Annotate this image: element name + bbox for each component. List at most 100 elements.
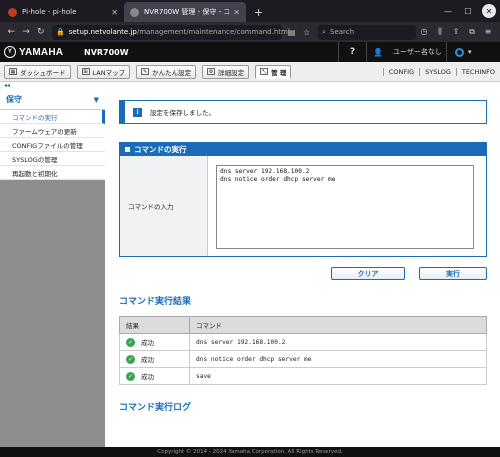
sidebar-collapse-button[interactable]: ◂◂ bbox=[0, 82, 105, 90]
result-text: 成功 bbox=[141, 355, 154, 364]
result-text: 成功 bbox=[141, 372, 154, 381]
menu-label: ダッシュボード bbox=[20, 68, 66, 77]
menu-label: 詳細設定 bbox=[218, 68, 245, 77]
techinfo-link[interactable]: TECHINFO bbox=[455, 67, 500, 76]
browser-tab-pihole[interactable]: Pi-hole - pi-hole ✕ bbox=[2, 2, 124, 22]
clear-button[interactable]: クリア bbox=[331, 267, 405, 280]
command-cell: dns server 192.168.100.2 bbox=[189, 333, 487, 351]
user-name: ユーザー名なし bbox=[392, 48, 442, 56]
result-text: 成功 bbox=[141, 338, 154, 347]
forward-arrow-icon[interactable]: → bbox=[19, 27, 34, 37]
browser-tab-nvr[interactable]: NVR700W 管理 - 保守 - コマ ✕ bbox=[124, 2, 246, 22]
sidebar-item-firmware[interactable]: ファームウェアの更新 bbox=[0, 124, 105, 138]
result-cell: ✓ 成功 bbox=[119, 333, 190, 351]
footer-copyright: Copyright © 2014 - 2024 Yamaha Corporati… bbox=[0, 447, 500, 457]
browser-tabbar: Pi-hole - pi-hole ✕ NVR700W 管理 - 保守 - コマ… bbox=[0, 0, 500, 22]
yamaha-logo: Y YAMAHA bbox=[0, 46, 84, 58]
config-link[interactable]: CONFIG bbox=[382, 67, 419, 76]
sidebar-item-label: ファームウェアの更新 bbox=[12, 127, 77, 136]
tab-label: Pi-hole - pi-hole bbox=[22, 8, 77, 16]
menu-manage-button[interactable]: 🔧 管 理 bbox=[255, 64, 292, 79]
results-title: コマンド実行結果 bbox=[119, 297, 192, 307]
sidebar-item-syslog[interactable]: SYSLOGの管理 bbox=[0, 152, 105, 166]
status-indicator[interactable]: ▾ bbox=[446, 42, 500, 62]
wizard-icon: ✎ bbox=[141, 68, 150, 75]
model-name: NVR700W bbox=[84, 47, 129, 57]
gear-icon: ⚙ bbox=[207, 68, 216, 75]
sidebar-item-config[interactable]: CONFIGファイルの管理 bbox=[0, 138, 105, 152]
reader-view-icon[interactable]: ▤ bbox=[286, 28, 297, 37]
menu-dashboard-button[interactable]: ▦ ダッシュボード bbox=[4, 64, 71, 79]
command-panel-header: コマンドの実行 bbox=[120, 143, 486, 156]
action-buttons: クリア 実行 bbox=[119, 267, 487, 280]
check-icon: ✓ bbox=[126, 338, 135, 348]
page-favicon-icon bbox=[130, 7, 139, 17]
triangle-down-icon: ▼ bbox=[93, 95, 99, 104]
search-input[interactable]: ⌕ Search bbox=[318, 24, 417, 40]
content-area: i 設定を保存しました。 コマンドの実行 コマンドの入力 dns server … bbox=[105, 82, 500, 447]
browser-navbar: ← → ↻ 🔒 setup.netvolante.jp /management/… bbox=[0, 22, 500, 42]
wrench-icon: 🔧 bbox=[260, 68, 269, 75]
maximize-icon[interactable]: ☐ bbox=[458, 7, 478, 16]
column-header-result: 結果 bbox=[119, 316, 190, 334]
command-panel-body: コマンドの入力 dns server 192.168.100.2 dns not… bbox=[120, 156, 486, 256]
extensions-icon[interactable]: ⧉ bbox=[464, 27, 480, 37]
status-ring-icon bbox=[455, 47, 464, 57]
chevron-down-icon: ▾ bbox=[468, 48, 472, 56]
browser-toolbar-right: ◷ ⫼ ⇪ ⧉ ≡ bbox=[416, 27, 496, 37]
table-row: ✓ 成功 dns server 192.168.100.2 bbox=[119, 333, 487, 351]
app-header: Y YAMAHA NVR700W ? 👤 ユーザー名なし ▾ bbox=[0, 42, 500, 62]
check-icon: ✓ bbox=[126, 372, 135, 382]
bookmark-star-icon[interactable]: ☆ bbox=[301, 28, 312, 37]
user-menu[interactable]: 👤 ユーザー名なし bbox=[366, 42, 446, 62]
history-icon[interactable]: ◷ bbox=[416, 27, 432, 37]
sidebar-item-command[interactable]: コマンドの実行 bbox=[0, 110, 105, 124]
menu-icon[interactable]: ≡ bbox=[480, 27, 496, 37]
syslog-link[interactable]: SYSLOG bbox=[419, 67, 456, 76]
table-row: ✓ 成功 dns notice order dhcp server me bbox=[119, 350, 487, 368]
check-icon: ✓ bbox=[126, 355, 135, 365]
sidebar-section-header[interactable]: 保守 ▼ bbox=[0, 90, 105, 110]
square-bullet-icon bbox=[125, 147, 130, 152]
sidebar-item-label: コマンドの実行 bbox=[12, 113, 58, 122]
minimize-icon[interactable]: — bbox=[438, 7, 458, 16]
new-tab-button[interactable]: + bbox=[246, 2, 271, 22]
main-area: ◂◂ 保守 ▼ コマンドの実行 ファームウェアの更新 CONFIGファイルの管理… bbox=[0, 82, 500, 447]
url-bar[interactable]: 🔒 setup.netvolante.jp /management/mainte… bbox=[52, 24, 290, 40]
dashboard-icon: ▦ bbox=[9, 68, 17, 75]
search-placeholder: Search bbox=[330, 28, 355, 36]
close-icon[interactable]: ✕ bbox=[233, 8, 240, 17]
reload-icon[interactable]: ↻ bbox=[33, 27, 48, 37]
run-button[interactable]: 実行 bbox=[419, 267, 487, 280]
share-icon[interactable]: ⇪ bbox=[448, 27, 464, 37]
menu-advanced-button[interactable]: ⚙ 詳細設定 bbox=[202, 64, 250, 79]
sidebar-item-reboot[interactable]: 再起動と初期化 bbox=[0, 166, 105, 180]
back-arrow-icon[interactable]: ← bbox=[4, 27, 19, 37]
library-icon[interactable]: ⫼ bbox=[432, 27, 448, 37]
table-header-row: 結果 コマンド bbox=[119, 316, 487, 334]
close-icon[interactable]: ✕ bbox=[111, 8, 118, 17]
url-domain: setup.netvolante.jp bbox=[68, 28, 137, 36]
command-input[interactable]: dns server 192.168.100.2 dns notice orde… bbox=[216, 165, 474, 249]
sidebar: ◂◂ 保守 ▼ コマンドの実行 ファームウェアの更新 CONFIGファイルの管理… bbox=[0, 82, 105, 447]
menu-label: LANマップ bbox=[92, 68, 126, 77]
pihole-favicon-icon bbox=[8, 7, 17, 17]
menu-label: 管 理 bbox=[271, 68, 287, 77]
menu-lanmap-button[interactable]: ⊞ LANマップ bbox=[76, 64, 131, 79]
help-button[interactable]: ? bbox=[338, 42, 366, 62]
sidebar-item-label: 再起動と初期化 bbox=[12, 169, 58, 178]
window-close-icon[interactable]: ✕ bbox=[482, 4, 496, 18]
sidebar-title: 保守 bbox=[6, 95, 22, 104]
window-controls: — ☐ ✕ bbox=[438, 0, 500, 22]
lan-map-icon: ⊞ bbox=[81, 68, 90, 75]
command-panel: コマンドの実行 コマンドの入力 dns server 192.168.100.2… bbox=[119, 142, 487, 257]
command-cell: save bbox=[189, 367, 487, 385]
tab-label: NVR700W 管理 - 保守 - コマ bbox=[144, 8, 230, 16]
results-table: 結果 コマンド ✓ 成功 dns server 192.168.100.2 ✓ 成功… bbox=[119, 316, 487, 385]
command-cell: dns notice order dhcp server me bbox=[189, 350, 487, 368]
log-title: コマンド実行ログ bbox=[119, 403, 192, 413]
brand-name: YAMAHA bbox=[19, 46, 64, 58]
menu-easy-setup-button[interactable]: ✎ かんたん設定 bbox=[136, 64, 197, 79]
result-cell: ✓ 成功 bbox=[119, 367, 190, 385]
yamaha-mark-icon: Y bbox=[4, 46, 16, 58]
